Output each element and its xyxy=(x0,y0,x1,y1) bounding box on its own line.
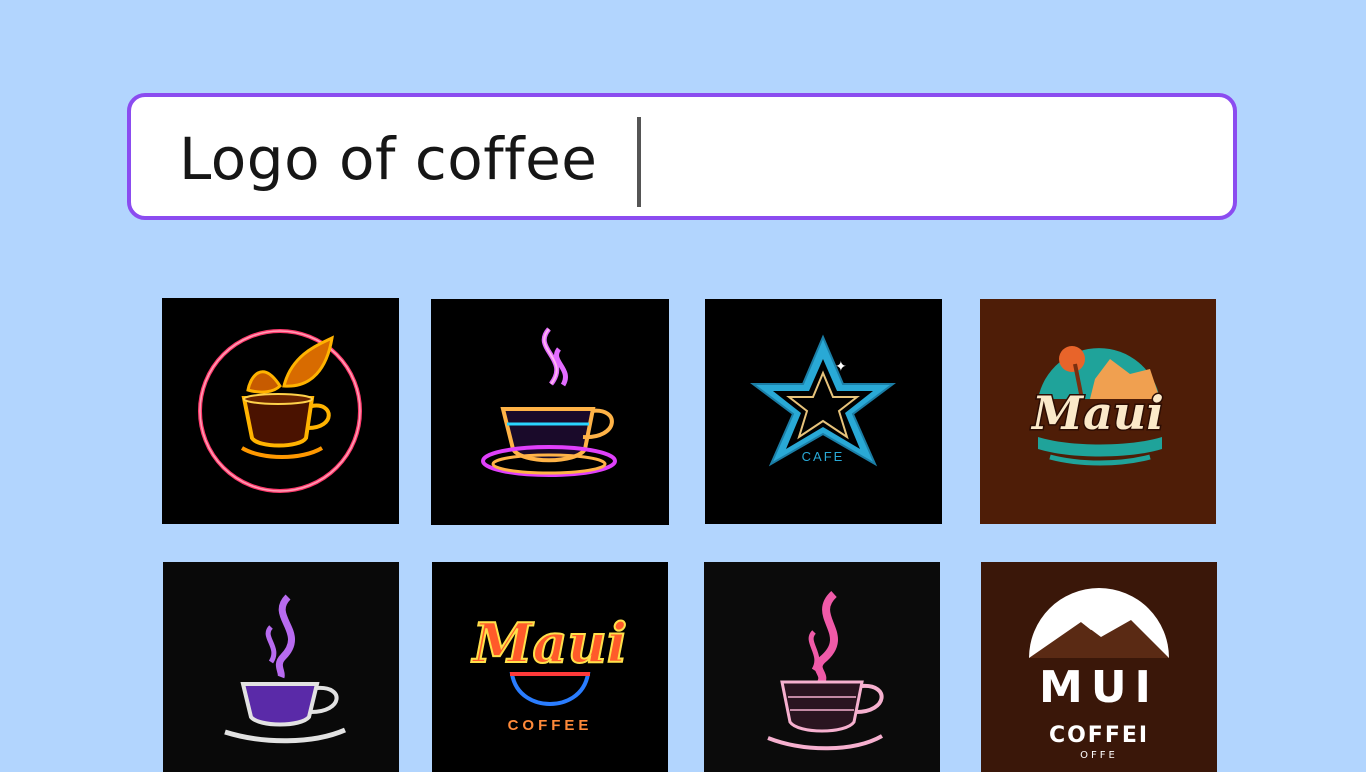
result-image-1[interactable] xyxy=(162,298,399,524)
maui-neon-coffee-icon: Maui COFFEE xyxy=(470,610,629,734)
purple-steam-cup-icon xyxy=(224,594,347,744)
maui-mountain-subtext: COFFEI xyxy=(1049,723,1149,748)
pink-steam-cup-icon xyxy=(767,591,884,751)
result-image-5[interactable] xyxy=(163,562,399,772)
search-query-text: Logo of coffee xyxy=(179,125,598,193)
star-cafe-text: CAFE xyxy=(802,449,845,464)
maui-neon-subtext: COFFEE xyxy=(508,717,593,734)
result-image-4[interactable]: Maui xyxy=(980,299,1216,524)
neon-steaming-cup-icon xyxy=(481,327,617,477)
text-cursor xyxy=(637,117,641,207)
maui-mountain-text: MUI xyxy=(1039,662,1159,713)
maui-tropical-text: Maui xyxy=(1030,386,1164,440)
result-image-7[interactable] xyxy=(704,562,940,772)
result-image-6[interactable]: Maui COFFEE xyxy=(432,562,668,772)
search-input[interactable]: Logo of coffee xyxy=(127,93,1237,220)
result-image-8[interactable]: MUI COFFEI OFFE xyxy=(981,562,1217,772)
result-image-2[interactable] xyxy=(431,299,669,525)
maui-neon-text: Maui xyxy=(471,611,628,675)
neon-leaf-cup-icon xyxy=(198,329,362,493)
result-image-3[interactable]: CAFE ✦ xyxy=(705,299,942,524)
maui-mountain-subtext-2: OFFE xyxy=(1080,750,1118,761)
star-cafe-icon: CAFE ✦ xyxy=(750,334,896,467)
maui-mountain-coffee-icon: MUI COFFEI OFFE xyxy=(1029,588,1169,761)
svg-text:✦: ✦ xyxy=(835,358,847,374)
maui-tropical-icon: Maui xyxy=(1029,346,1165,466)
